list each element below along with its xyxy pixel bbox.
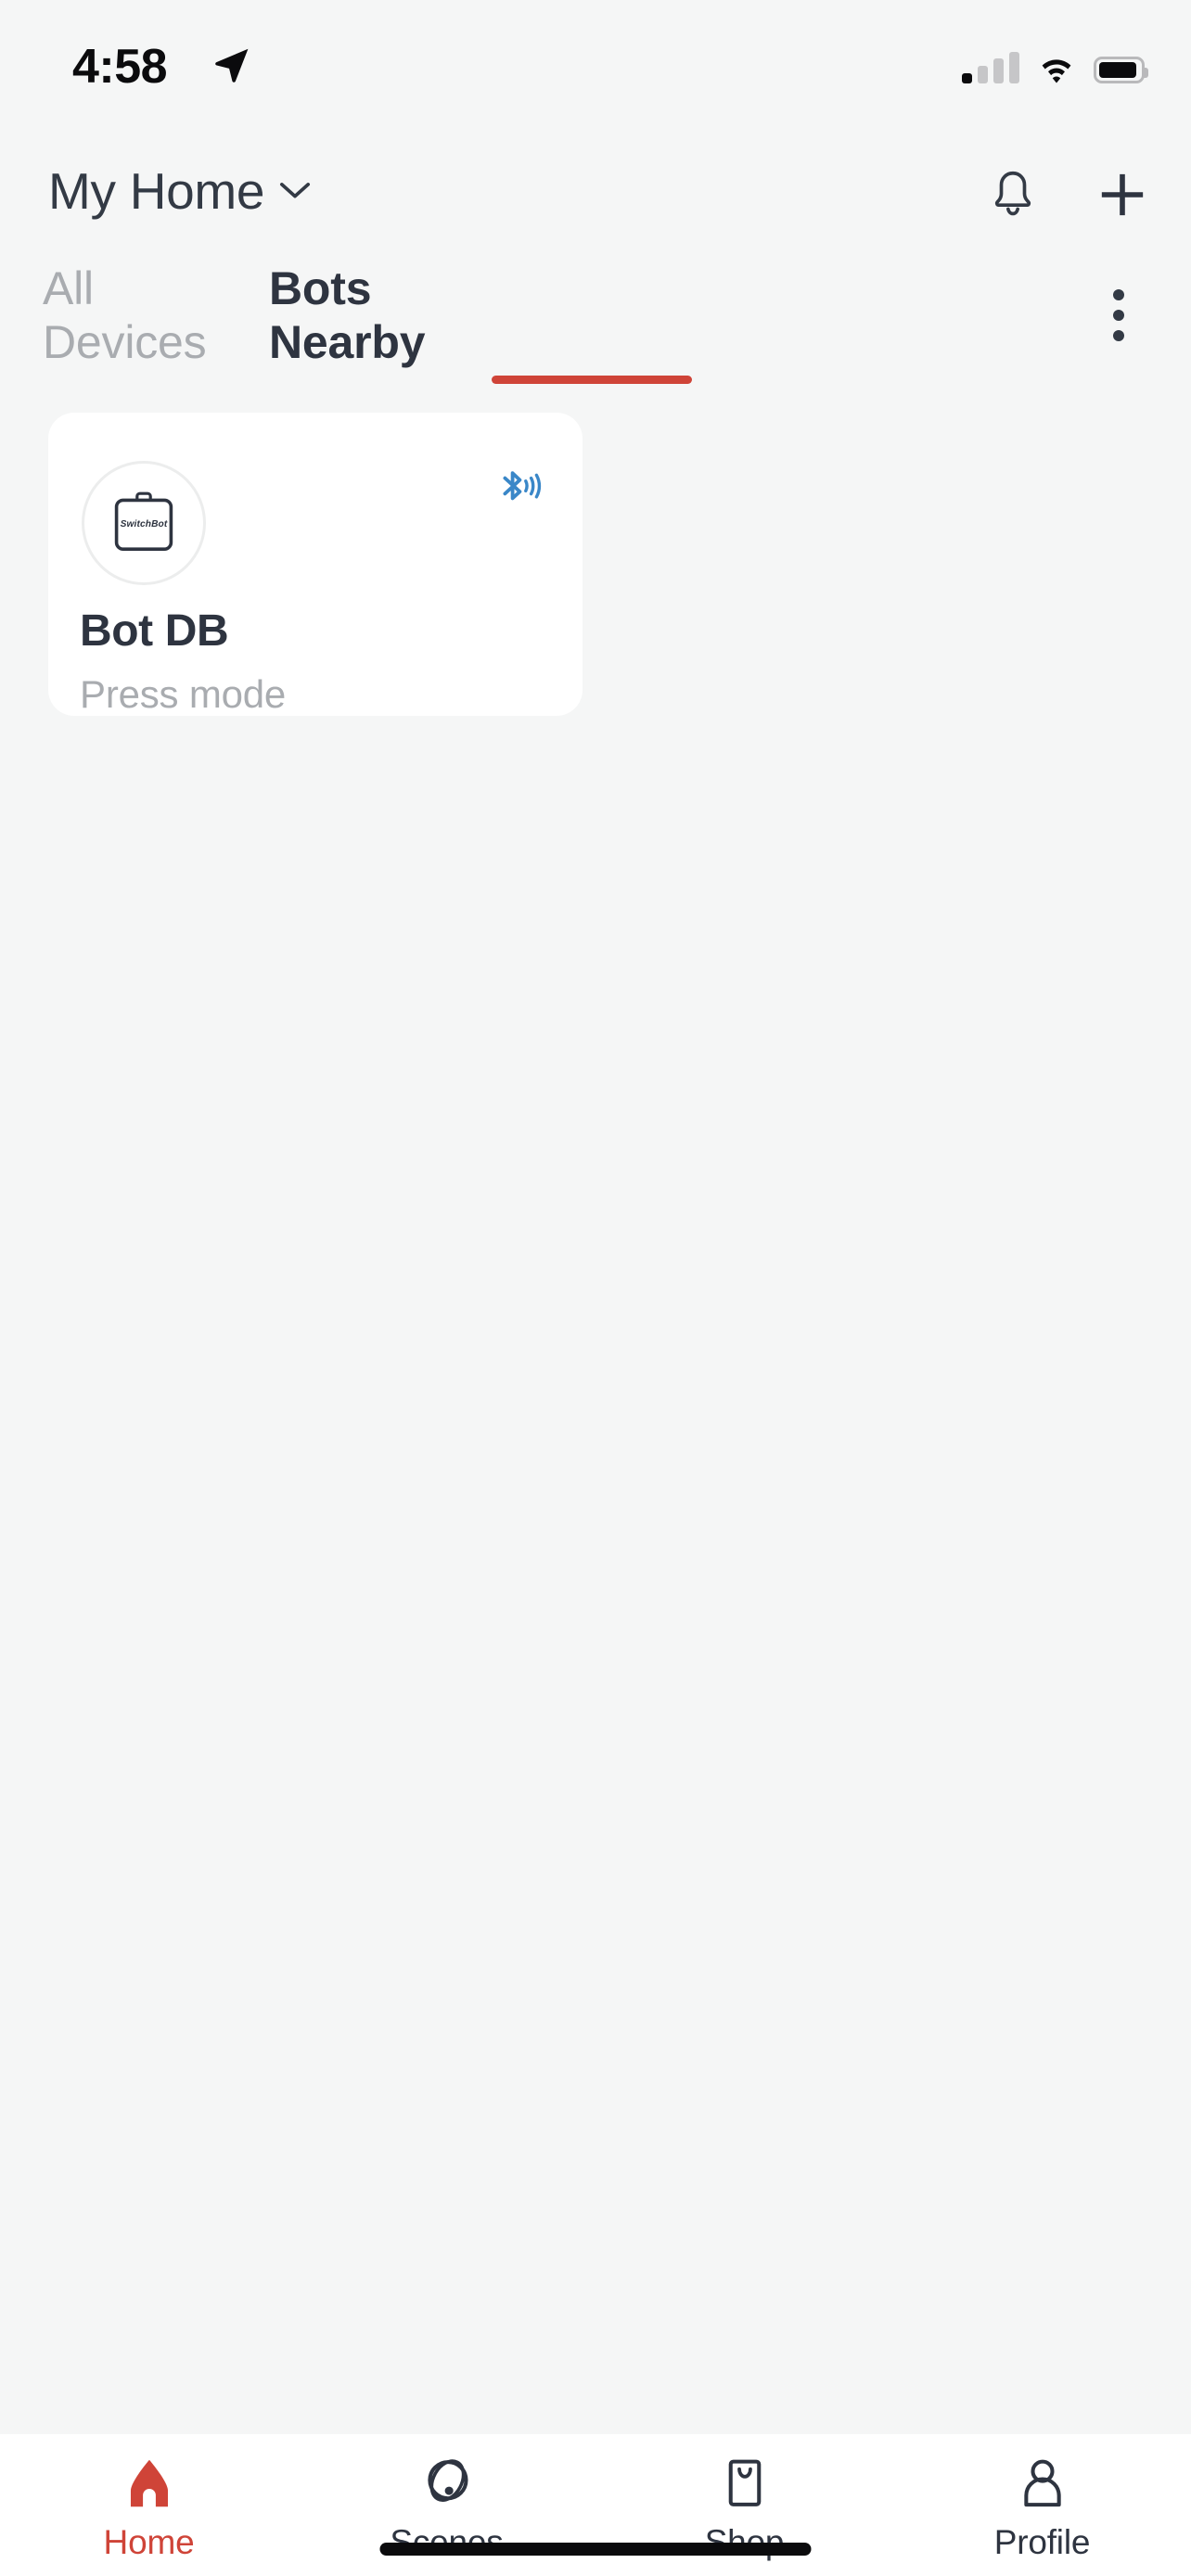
battery-icon <box>1094 57 1148 83</box>
tab-all-devices[interactable]: All Devices <box>43 262 228 368</box>
status-bar: 4:58 <box>0 0 1191 109</box>
app-header: My Home <box>0 148 1191 250</box>
home-icon <box>121 2455 178 2512</box>
person-icon <box>1014 2455 1071 2512</box>
home-indicator <box>379 2543 812 2556</box>
device-grid: SwitchBot Bot DB Press mode <box>48 413 1143 716</box>
plus-icon[interactable] <box>1096 169 1148 221</box>
nav-item-home-label: Home <box>103 2523 195 2561</box>
tab-bots-nearby[interactable]: Bots Nearby <box>269 262 538 368</box>
tab-bots-nearby-label: Bots Nearby <box>269 262 426 368</box>
kebab-menu-icon[interactable] <box>1089 286 1148 345</box>
bell-icon[interactable] <box>987 169 1039 221</box>
bluetooth-signal-icon <box>493 468 545 507</box>
cellular-signal-icon <box>962 52 1019 83</box>
device-name: Bot DB <box>80 606 229 656</box>
device-card-bot-db[interactable]: SwitchBot Bot DB Press mode <box>48 413 583 716</box>
nav-item-profile-label: Profile <box>993 2523 1091 2561</box>
nav-item-home[interactable]: Home <box>0 2434 298 2576</box>
app-root: 4:58 My Home All Devices Bots Nearby Swi… <box>0 0 1191 2576</box>
device-status: Press mode <box>80 672 287 716</box>
header-actions <box>987 169 1148 221</box>
home-selector[interactable]: My Home <box>48 161 311 221</box>
location-arrow-icon <box>211 45 252 85</box>
device-icon-circle: SwitchBot <box>82 461 206 585</box>
shopping-bag-icon <box>716 2455 774 2512</box>
switchbot-bot-icon: SwitchBot <box>107 487 181 559</box>
tab-all-devices-label: All Devices <box>43 262 207 368</box>
tab-bar: All Devices Bots Nearby <box>0 262 1191 389</box>
tab-active-underline <box>492 376 692 384</box>
home-name-label: My Home <box>48 162 265 220</box>
status-bar-indicators <box>962 43 1148 83</box>
nav-item-profile[interactable]: Profile <box>893 2434 1191 2576</box>
status-bar-time: 4:58 <box>72 40 168 94</box>
wifi-icon <box>1036 52 1077 83</box>
scenes-orbit-icon <box>418 2455 476 2512</box>
chevron-down-icon <box>279 181 311 201</box>
svg-text:SwitchBot: SwitchBot <box>121 519 168 529</box>
